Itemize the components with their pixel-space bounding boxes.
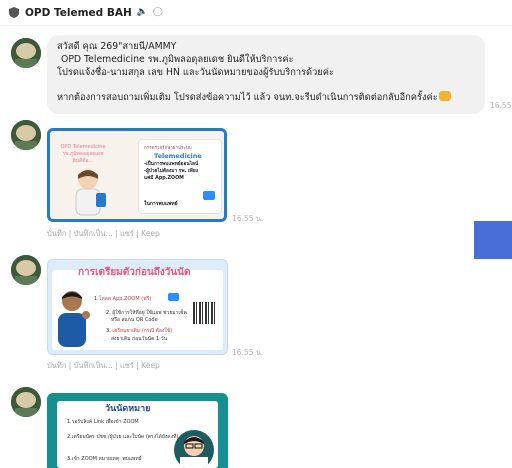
image-title: การเตรียมตัวก่อนถึงวันนัด: [78, 267, 191, 278]
chat-header: OPD Telemed BAH 🔈 ◯: [0, 0, 512, 26]
sender-avatar[interactable]: [11, 120, 41, 150]
preparation-image[interactable]: การเตรียมตัวก่อนถึงวันนัด 1.โหลด App.ZOO…: [47, 259, 228, 355]
message-line: สวัสดี คุณ 269"สายนี/AMMY: [57, 41, 177, 52]
message-bubble[interactable]: สวัสดี คุณ 269"สายนี/AMMY OPD Telemedici…: [47, 35, 485, 114]
prep-item: 1.โหลด App.ZOOM (ฟรี): [94, 296, 152, 302]
prep-item: 3. เตรียมยาเดิม (กรณี ต้องใช้): [106, 328, 173, 334]
speaker-muted-icon: 🔈: [136, 7, 148, 17]
prep-item: หรือ สแกน QR Code: [111, 317, 158, 323]
praying-hands-icon: [438, 91, 451, 102]
prep-item: 2. ผู้ใช้การให้ที่อยู่ ใช้แอพ ช่วยมาเช็ค: [106, 310, 187, 316]
telemedicine-info-image[interactable]: OPD Telemedicine รพ.ภูมิพลอดุลยเดช ยินดี…: [47, 128, 227, 222]
appointment-day-image[interactable]: วันนัดหมาย 1.รอรับลิงค์ Link เพื่อเข้า Z…: [47, 393, 228, 468]
zoom-icon: [168, 293, 179, 301]
telemedicine-panel: การตรวจรักษาผ่านระบบ Telemedicine -เป็นก…: [138, 139, 222, 214]
thinking-person-illustration: [58, 291, 90, 347]
appointment-item: 3.เข้า ZOOM หมายเหตุ: พบแพทย์: [67, 456, 142, 462]
note-icon: ◯: [152, 7, 163, 17]
message-time: 16.55 น.: [232, 214, 264, 223]
prep-item: ส่งยาเดิม ก่อนวันนัด 1 วัน: [111, 336, 167, 342]
message-time: 16.55 น.: [232, 348, 264, 357]
image-actions[interactable]: บันทึก | บันทึกเป็น... | แชร์ | Keep: [47, 360, 160, 372]
sender-avatar[interactable]: [11, 38, 41, 68]
message-time: 16.55 น.: [490, 101, 512, 110]
chat-title[interactable]: OPD Telemed BAH: [25, 7, 132, 19]
image-title: วันนัดหมาย: [105, 404, 151, 414]
nurse-illustration: [75, 169, 106, 216]
image-actions[interactable]: บันทึก | บันทึกเป็น... | แชร์ | Keep: [47, 228, 160, 240]
sender-avatar[interactable]: [11, 255, 41, 285]
qr-code-icon: [193, 302, 215, 324]
appointment-item: 2.เตรียมบัตร ปชช./ผู้ป่วย และใบนัด (ตรงไ…: [67, 434, 179, 440]
appointment-item: 1.รอรับลิงค์ Link เพื่อเข้า ZOOM: [67, 419, 139, 425]
shield-icon: [9, 7, 19, 18]
zoom-icon: [203, 191, 215, 200]
message-line: หากต้องการสอบถามเพิ่มเติม โปรดส่งข้อความ…: [57, 92, 438, 104]
sender-avatar[interactable]: [11, 387, 41, 417]
message-line: โปรดแจ้งชื่อ-นามสกุล เลข HN และวันนัดหมา…: [57, 66, 334, 78]
image-caption: OPD Telemedicine รพ.ภูมิพลอดุลยเดช ยินดี…: [60, 144, 106, 164]
doctor-illustration: [174, 430, 214, 468]
blue-square: [474, 221, 512, 259]
message-line: OPD Telemedicine รพ.ภูมิพลอดุลยเดช ยินดี…: [61, 53, 294, 65]
